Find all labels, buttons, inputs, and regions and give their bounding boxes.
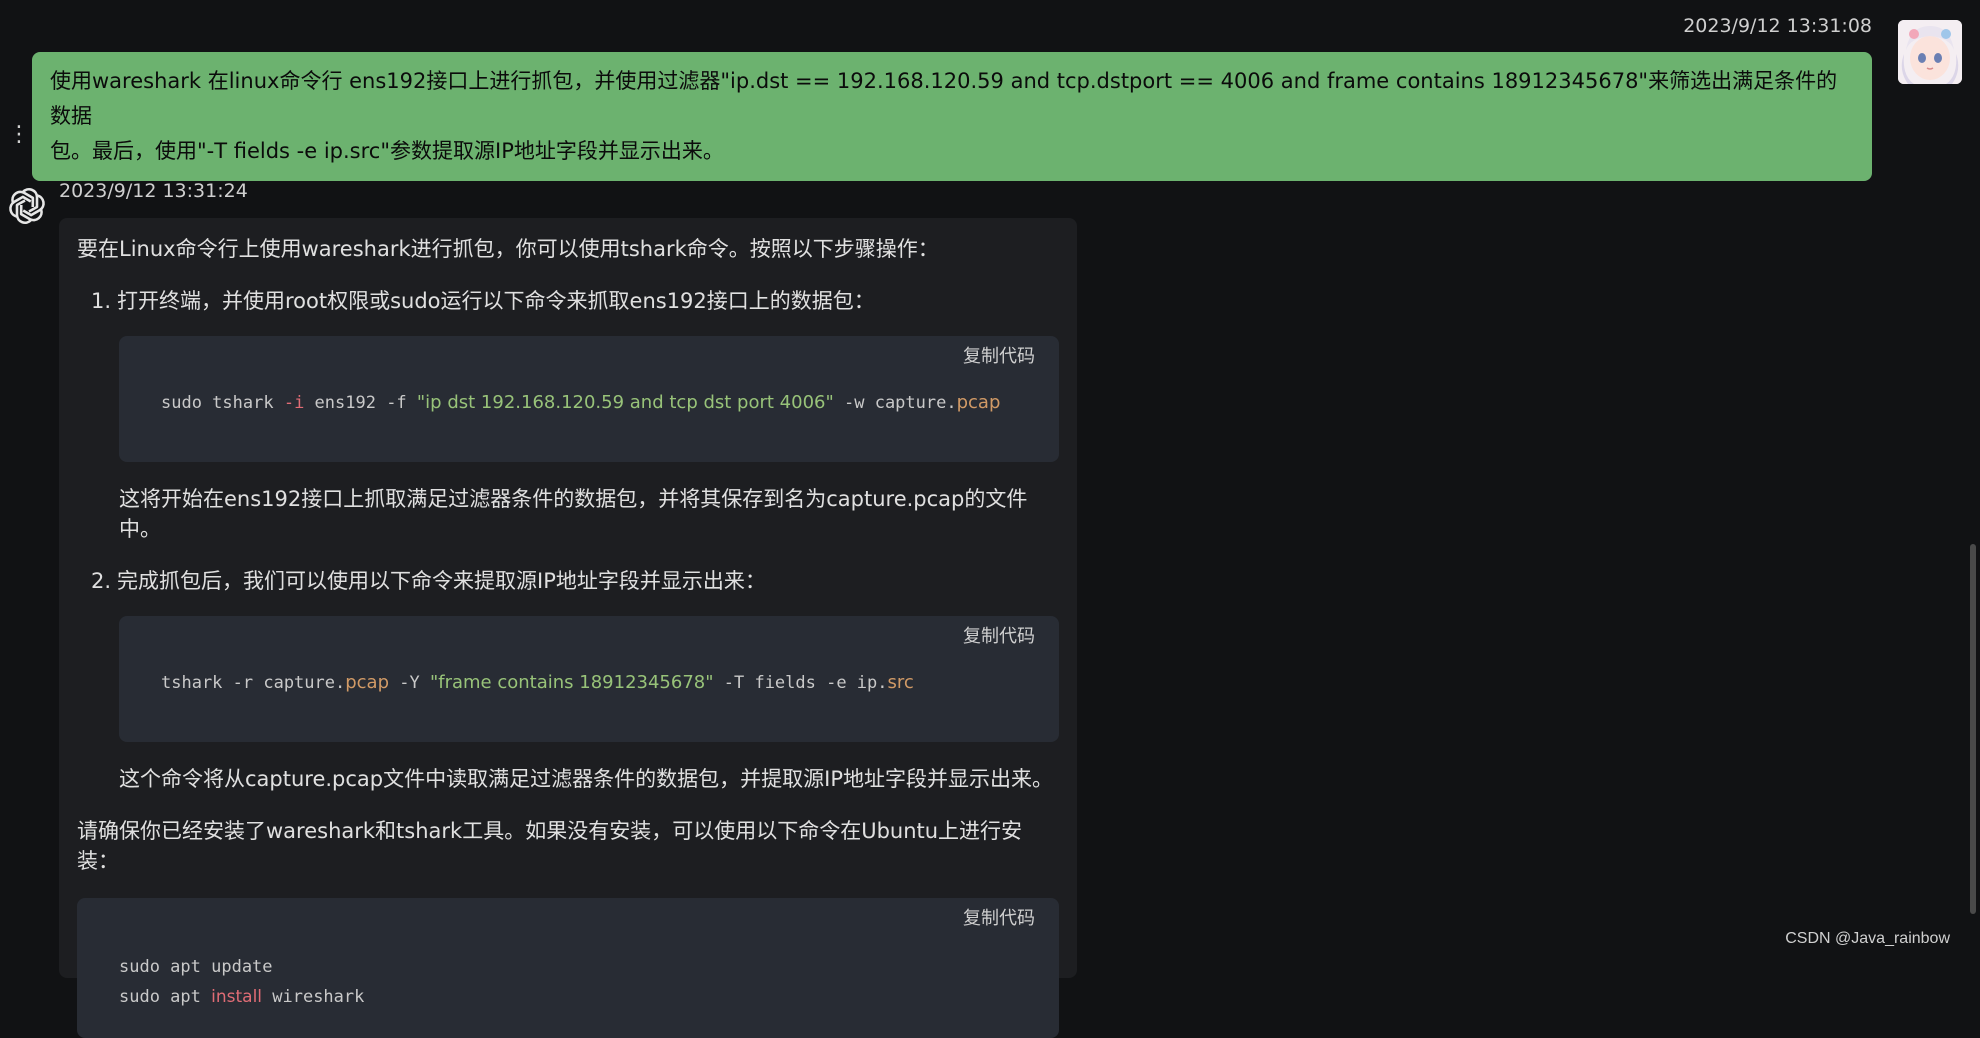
install-note: 请确保你已经安装了wareshark和tshark工具。如果没有安装，可以使用以… [77, 819, 1023, 873]
copy-code-button[interactable]: 复制代码 [963, 904, 1035, 934]
watermark: CSDN @Java_rainbow [1785, 930, 1950, 947]
user-timestamp: 2023/9/12 13:31:08 [1683, 15, 1872, 37]
chatgpt-logo-icon [9, 188, 45, 224]
step-note: 这将开始在ens192接口上抓取满足过滤器条件的数据包，并将其保存到名为capt… [119, 487, 1028, 541]
user-message-line: 使用wareshark 在linux命令行 ens192接口上进行抓包，并使用过… [50, 69, 1838, 128]
step-text: 打开终端，并使用root权限或sudo运行以下命令来抓取ens192接口上的数据… [117, 289, 875, 313]
code-block: 复制代码 sudo tshark -i ens192 -f "ip dst 19… [119, 336, 1059, 462]
code-line: sudo apt install wireshark [119, 987, 365, 1007]
intro-text: 要在Linux命令行上使用wareshark进行抓包，你可以使用tshark命令… [77, 237, 939, 261]
code-block: 复制代码 tshark -r capture.pcap -Y "frame co… [119, 616, 1059, 742]
code-line: tshark -r capture.pcap -Y "frame contain… [161, 672, 914, 693]
code-block: 复制代码 sudo apt update sudo apt install wi… [77, 898, 1059, 1038]
copy-code-button[interactable]: 复制代码 [963, 342, 1035, 372]
user-message-line: 包。最后，使用"-T fields -e ip.src"参数提取源IP地址字段并… [50, 139, 724, 163]
copy-code-button[interactable]: 复制代码 [963, 622, 1035, 652]
bot-message-bubble: 要在Linux命令行上使用wareshark进行抓包，你可以使用tshark命令… [59, 218, 1077, 1038]
code-line: sudo tshark -i ens192 -f "ip dst 192.168… [161, 392, 1001, 413]
step-number: 2. [90, 569, 111, 593]
step-number: 1. [90, 289, 111, 313]
scrollbar-thumb[interactable] [1970, 544, 1976, 914]
avatar-image-icon [1898, 20, 1962, 84]
more-options-icon[interactable]: ⋮ [8, 124, 30, 146]
step-text: 完成抓包后，我们可以使用以下命令来提取源IP地址字段并显示出来： [117, 569, 766, 593]
step-note: 这个命令将从capture.pcap文件中读取满足过滤器条件的数据包，并提取源I… [119, 767, 1053, 791]
user-message-bubble: 使用wareshark 在linux命令行 ens192接口上进行抓包，并使用过… [32, 52, 1872, 181]
code-line: sudo apt update [119, 957, 273, 977]
user-avatar[interactable] [1898, 20, 1962, 84]
step-item: 2. 完成抓包后，我们可以使用以下命令来提取源IP地址字段并显示出来： [77, 566, 1059, 596]
step-item: 1. 打开终端，并使用root权限或sudo运行以下命令来抓取ens192接口上的… [77, 286, 1059, 316]
bot-timestamp: 2023/9/12 13:31:24 [59, 180, 248, 202]
